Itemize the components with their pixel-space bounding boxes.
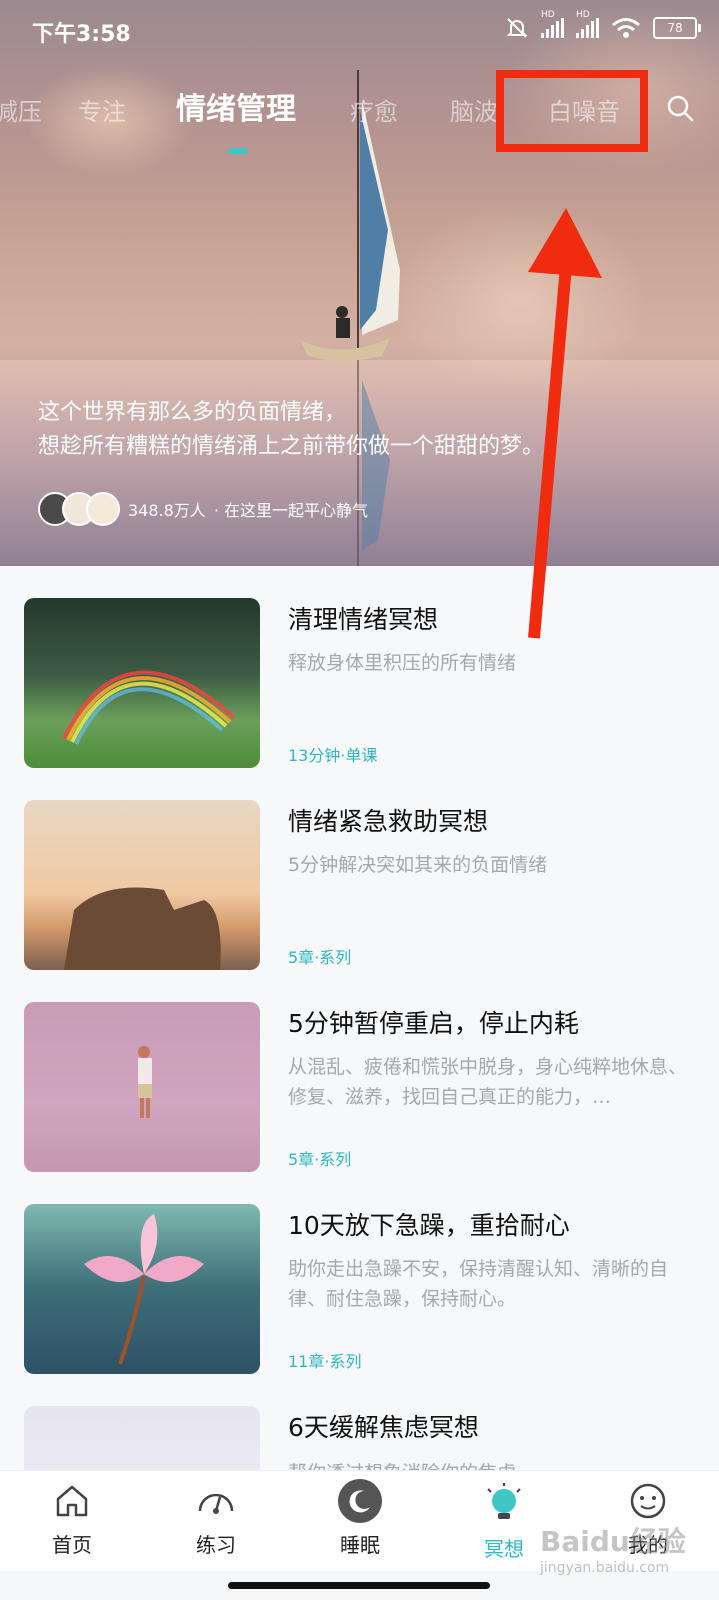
nav-sleep-label: 睡眠 bbox=[340, 1533, 380, 1557]
tab-focus[interactable]: 专注 bbox=[78, 92, 126, 127]
nav-practice-label: 练习 bbox=[196, 1533, 236, 1557]
item-meta: 5章·系列 bbox=[288, 948, 352, 967]
signal-2-label: HD bbox=[576, 10, 590, 20]
avatar bbox=[86, 492, 120, 526]
hero-quote-line-1: 这个世界有那么多的负面情绪， bbox=[38, 400, 347, 425]
hero-quote: 这个世界有那么多的负面情绪， 想趁所有糟糕的情绪涌上之前带你做一个甜甜的梦。 bbox=[38, 396, 544, 464]
list-item[interactable]: 5分钟暂停重启，停止内耗 从混乱、疲倦和慌张中脱身，身心纯粹地休息、修复、滋养，… bbox=[24, 1002, 696, 1172]
gauge-icon bbox=[198, 1493, 234, 1514]
item-meta: 11章·系列 bbox=[288, 1352, 362, 1371]
item-thumbnail-rainbow bbox=[24, 598, 260, 768]
person-image bbox=[138, 1046, 152, 1118]
community-count: 348.8万人 bbox=[128, 501, 206, 520]
community-info[interactable]: 348.8万人 · 在这里一起平心静气 bbox=[38, 492, 368, 526]
status-icons: HD HD 78 bbox=[505, 10, 701, 40]
list-item[interactable]: 6天缓解焦虑冥想 帮你透过想象消除你的焦虑 bbox=[24, 1406, 696, 1470]
signal-bars-icon bbox=[576, 18, 599, 38]
item-title: 5分钟暂停重启，停止内耗 bbox=[288, 1009, 579, 1038]
nav-practice[interactable]: 练习 bbox=[176, 1481, 256, 1558]
watermark-brand: Baidu经验 bbox=[540, 1525, 686, 1558]
smiley-face-icon bbox=[630, 1483, 666, 1519]
lotus-image bbox=[84, 1214, 204, 1365]
item-description: 从混乱、疲倦和慌张中脱身，身心纯粹地休息、修复、滋养，找回自己真正的能力，… bbox=[288, 1056, 688, 1108]
nav-meditation-label: 冥想 bbox=[484, 1537, 524, 1561]
item-thumbnail-lotus bbox=[24, 1204, 260, 1374]
nav-home-label: 首页 bbox=[52, 1533, 92, 1557]
item-title: 10天放下急躁，重拾耐心 bbox=[288, 1211, 570, 1240]
item-thumbnail-rock bbox=[24, 800, 260, 970]
lightbulb-icon bbox=[487, 1483, 521, 1519]
home-indicator[interactable] bbox=[228, 1582, 490, 1589]
list-item[interactable]: 10天放下急躁，重拾耐心 助你走出急躁不安，保持清醒认知、清晰的自律、耐住急躁，… bbox=[24, 1204, 696, 1374]
nav-sleep[interactable]: 睡眠 bbox=[320, 1479, 400, 1558]
battery-indicator: 78 bbox=[653, 17, 701, 39]
item-description: 帮你透过想象消除你的焦虑 bbox=[288, 1458, 698, 1470]
item-title: 情绪紧急救助冥想 bbox=[288, 807, 489, 836]
list-item[interactable]: 清理情绪冥想 释放身体里积压的所有情绪 13分钟·单课 bbox=[24, 598, 696, 768]
nav-meditation[interactable]: 冥想 bbox=[464, 1481, 544, 1562]
status-bar: 下午3:58 HD HD 78 bbox=[0, 0, 719, 60]
watermark-url: jingyan.baidu.com bbox=[540, 1560, 670, 1576]
item-description: 助你走出急躁不安，保持清醒认知、清晰的自律、耐住急躁，保持耐心。 bbox=[288, 1258, 669, 1310]
nav-home[interactable]: 首页 bbox=[32, 1481, 112, 1558]
tab-decompress[interactable]: 减压 bbox=[0, 92, 42, 127]
item-thumbnail bbox=[24, 1406, 260, 1470]
meditation-list: 清理情绪冥想 释放身体里积压的所有情绪 13分钟·单课 情绪紧急救助冥想 5分钟… bbox=[0, 566, 719, 1470]
tab-healing[interactable]: 疗愈 bbox=[350, 92, 398, 127]
rainbow-image bbox=[62, 670, 236, 745]
avatar-group bbox=[38, 492, 120, 526]
moon-icon bbox=[338, 1479, 382, 1523]
signal-bars-icon bbox=[541, 18, 564, 38]
item-meta: 5章·系列 bbox=[288, 1150, 352, 1169]
wifi-icon bbox=[612, 18, 640, 38]
signal-1-label: HD bbox=[541, 10, 555, 20]
item-title: 6天缓解焦虑冥想 bbox=[288, 1413, 479, 1442]
mute-bell-icon bbox=[506, 18, 528, 38]
item-meta: 13分钟·单课 bbox=[288, 746, 378, 765]
hero-quote-line-2: 想趁所有糟糕的情绪涌上之前带你做一个甜甜的梦。 bbox=[38, 434, 545, 459]
item-description: 释放身体里积压的所有情绪 bbox=[288, 652, 517, 674]
tab-brainwave[interactable]: 脑波 bbox=[450, 92, 498, 127]
item-thumbnail-person bbox=[24, 1002, 260, 1172]
search-icon[interactable] bbox=[664, 92, 696, 124]
item-description: 5分钟解决突如其来的负面情绪 bbox=[288, 854, 548, 876]
hero-banner[interactable]: 下午3:58 HD HD 78 减压 专注 情绪管理 疗愈 脑波 白噪音 这个世… bbox=[0, 0, 719, 566]
tab-emotion-management[interactable]: 情绪管理 bbox=[176, 84, 296, 128]
list-item[interactable]: 情绪紧急救助冥想 5分钟解决突如其来的负面情绪 5章·系列 bbox=[24, 800, 696, 970]
item-title: 清理情绪冥想 bbox=[288, 605, 439, 634]
active-tab-indicator bbox=[228, 148, 248, 154]
community-text: · 在这里一起平心静气 bbox=[213, 501, 368, 520]
signal-1: HD bbox=[541, 10, 564, 38]
signal-2: HD bbox=[576, 10, 599, 38]
home-icon bbox=[56, 1485, 88, 1517]
rock-image bbox=[64, 887, 221, 970]
annotation-highlight-box bbox=[496, 70, 648, 152]
status-time: 下午3:58 bbox=[32, 22, 131, 47]
